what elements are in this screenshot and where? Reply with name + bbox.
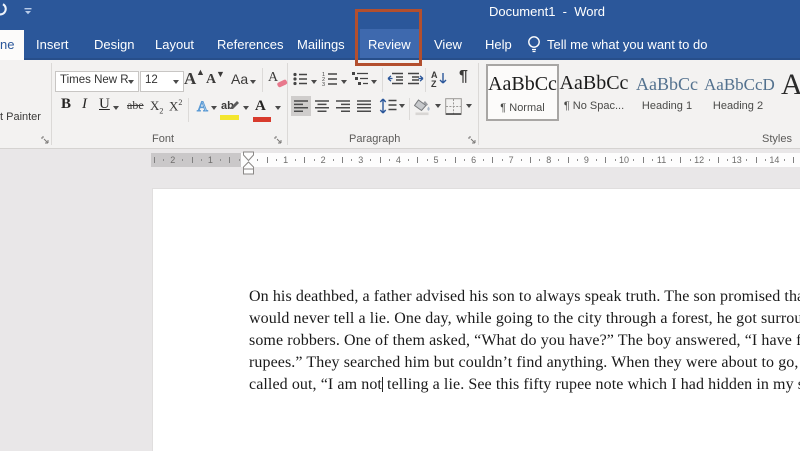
svg-text:3: 3: [322, 82, 325, 86]
svg-text:Z: Z: [431, 79, 437, 87]
svg-text:A: A: [197, 99, 208, 114]
